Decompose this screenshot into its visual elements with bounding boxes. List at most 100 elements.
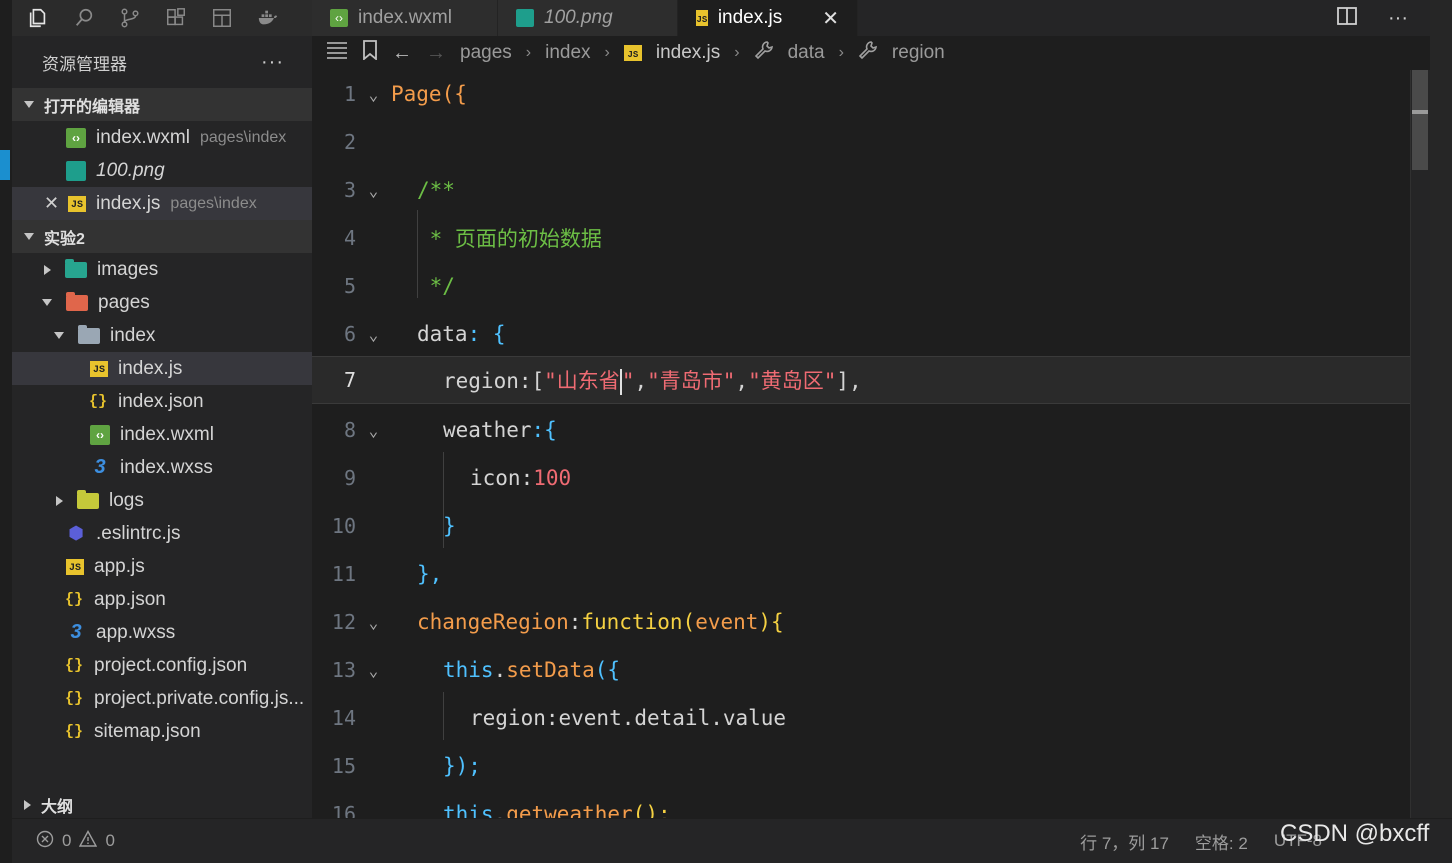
tree-item-label: index.wxss [120,456,213,478]
code-token: function [581,610,683,634]
tree-file-index-json[interactable]: {} index.json [12,385,312,418]
breadcrumb-item[interactable]: index [545,42,590,64]
files-icon[interactable] [24,4,52,32]
chevron-right-icon: › [838,44,844,61]
css-file-icon: 3 [70,621,82,643]
indentation-setting[interactable]: 空格: 2 [1195,829,1248,854]
js-file-icon: JS [68,195,86,212]
line-number: 3 [343,178,356,202]
code-token: ({ [594,658,621,682]
line-number: 2 [343,130,356,154]
layout-icon[interactable] [208,4,236,32]
fold-chevron-icon[interactable]: ⌄ [356,325,391,344]
search-icon[interactable] [70,4,98,32]
code-line: 5 */ [312,262,1410,310]
list-icon[interactable] [326,41,348,65]
breadcrumb-item[interactable]: pages [460,42,512,64]
code-token: data [417,322,468,346]
line-number: 1 [343,82,356,106]
code-line: 14 region:event.detail.value [312,694,1410,742]
more-actions-icon[interactable]: ··· [261,51,284,74]
fold-chevron-icon[interactable]: ⌄ [356,421,391,440]
tree-folder-images[interactable]: images [12,253,312,286]
fold-chevron-icon[interactable]: ⌄ [356,661,391,680]
tree-file-project-private-config[interactable]: {} project.private.config.js... [12,682,312,715]
open-editor-path: pages\index [170,194,257,212]
outline-section[interactable]: 大纲 [12,792,312,818]
tree-file-app-json[interactable]: {} app.json [12,583,312,616]
code-line: 3 ⌄ /** [312,166,1410,214]
open-editor-item-active[interactable]: ✕ JS index.js pages\index [12,187,312,220]
source-control-icon[interactable] [116,4,144,32]
tree-file-index-js[interactable]: JS index.js [12,352,312,385]
tree-file-app-js[interactable]: JS app.js [12,550,312,583]
code-token: ){ [758,610,784,634]
breadcrumb-item[interactable]: data [788,42,825,64]
code-token: : [520,466,534,490]
folder-index-icon [78,324,100,344]
split-editor-icon[interactable] [1336,5,1358,32]
chevron-right-icon [56,495,63,506]
editor-scrollbar[interactable] [1410,70,1430,818]
bookmark-icon[interactable] [362,40,378,66]
tree-file-project-config[interactable]: {} project.config.json [12,649,312,682]
breadcrumb-item[interactable]: index.js [656,42,720,64]
json-file-icon: {} [64,591,83,608]
more-icon[interactable]: ··· [1388,7,1408,30]
tree-file-eslintrc[interactable]: ⬢ .eslintrc.js [12,517,312,550]
close-tab-icon[interactable]: ✕ [822,6,839,31]
json-file-icon: {} [64,690,83,707]
code-token: setData [506,658,595,682]
warning-count: 0 [105,831,115,850]
code-line: 15 }); [312,742,1410,790]
code-line: 4 * 页面的初始数据 [312,214,1410,262]
code-token: :[ [518,369,545,393]
tree-file-app-wxss[interactable]: 3 app.wxss [12,616,312,649]
open-editors-section[interactable]: 打开的编辑器 [12,88,312,121]
tab-index-wxml[interactable]: ‹› index.wxml [312,0,498,36]
project-section[interactable]: 实验2 [12,220,312,253]
line-number: 14 [331,706,356,730]
tree-file-index-wxml[interactable]: ‹› index.wxml [12,418,312,451]
back-arrow-icon[interactable]: ← [392,42,412,65]
fold-chevron-icon[interactable]: ⌄ [356,613,391,632]
tab-index-js[interactable]: JS index.js ✕ [678,0,858,36]
code-text: changeRegion:function(event){ [391,610,784,634]
edge-marker [0,150,10,180]
code-token: : [568,610,582,634]
tab-label: 100.png [544,7,613,28]
fold-chevron-icon[interactable]: ⌄ [356,181,391,200]
code-token: getweather [506,802,633,818]
cursor-position[interactable]: 行 7，列 17 [1080,829,1169,854]
code-token: this [443,802,494,818]
docker-icon[interactable] [254,4,282,32]
open-editor-item[interactable]: 100.png [12,154,312,187]
breadcrumb-item[interactable]: region [892,42,945,64]
close-icon[interactable]: ✕ [44,193,66,214]
explorer-title: 资源管理器 [42,54,127,74]
chevron-right-icon [24,800,31,810]
tree-file-sitemap[interactable]: {} sitemap.json [12,715,312,748]
tree-file-index-wxss[interactable]: 3 index.wxss [12,451,312,484]
json-file-icon: {} [64,723,83,740]
tree-item-label: index [110,324,156,346]
open-editor-item[interactable]: ‹› index.wxml pages\index [12,121,312,154]
code-editor[interactable]: 1 ⌄ Page({ 2 3 ⌄ /** 4 * 页面的初始数据 5 */ 6 … [312,70,1430,818]
problems-indicator[interactable]: 0 0 [12,829,115,853]
wrench-icon [754,40,774,66]
tab-100-png[interactable]: 100.png [498,0,678,36]
warning-icon [79,829,98,853]
scrollbar-thumb[interactable] [1412,70,1428,170]
code-token: region [443,369,519,393]
tree-folder-logs[interactable]: logs [12,484,312,517]
extensions-icon[interactable] [162,4,190,32]
image-file-icon [516,9,534,27]
fold-chevron-icon[interactable]: ⌄ [356,85,391,104]
forward-arrow-icon[interactable]: → [426,42,446,65]
tree-folder-pages[interactable]: pages [12,286,312,319]
tree-folder-index[interactable]: index [12,319,312,352]
editor-tabs: ‹› index.wxml 100.png JS index.js ✕ ··· [312,0,1430,36]
tree-item-label: project.private.config.js... [94,687,305,709]
code-token: :{ [531,418,557,442]
tree-item-label: pages [98,291,150,313]
